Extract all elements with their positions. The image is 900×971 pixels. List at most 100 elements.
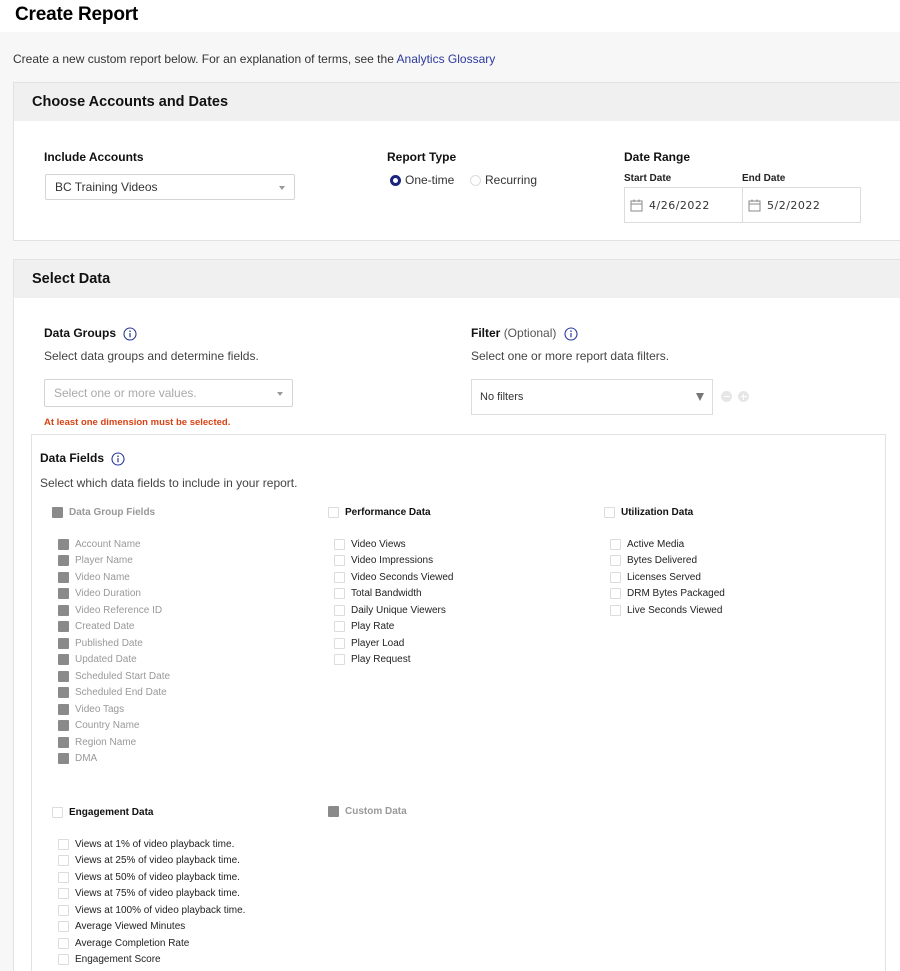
field-label: Player Name [75, 555, 133, 567]
checkbox-icon [58, 637, 69, 649]
report-type-recurring-radio[interactable]: Recurring [470, 173, 537, 187]
field-label: Views at 100% of video playback time. [75, 904, 246, 916]
checkbox-icon [610, 555, 621, 567]
field-checkbox-views-at-50-of-video-playback-time[interactable]: Views at 50% of video playback time. [58, 869, 245, 886]
checkbox-icon [58, 937, 69, 949]
checkbox-icon [58, 538, 69, 550]
plus-icon-v [742, 393, 745, 400]
info-icon[interactable] [123, 327, 137, 341]
analytics-glossary-link[interactable]: Analytics Glossary [397, 52, 496, 66]
field-label: Account Name [75, 538, 141, 550]
field-label: Video Name [75, 571, 130, 583]
field-checkbox-average-viewed-minutes[interactable]: Average Viewed Minutes [58, 919, 245, 936]
field-checkbox-active-media[interactable]: Active Media [610, 536, 725, 553]
field-checkbox-play-rate[interactable]: Play Rate [334, 619, 454, 636]
checkbox-icon [58, 588, 69, 600]
field-checkbox-average-completion-rate[interactable]: Average Completion Rate [58, 935, 245, 952]
checkbox-icon [58, 703, 69, 715]
field-label: Views at 50% of video playback time. [75, 871, 240, 883]
checkbox-icon [334, 637, 345, 649]
utilization-data-list: Active Media Bytes Delivered Licenses Serv… [610, 536, 725, 619]
field-checkbox-views-at-100-of-video-playback-time[interactable]: Views at 100% of video playback time. [58, 902, 245, 919]
section-title: Select Data [14, 260, 900, 298]
field-checkbox-player-name: Player Name [58, 553, 170, 570]
field-label: Video Impressions [351, 555, 434, 567]
end-date-input[interactable]: 5/2/2022 [742, 187, 861, 223]
field-label: Average Viewed Minutes [75, 921, 186, 933]
field-label: DRM Bytes Packaged [627, 588, 725, 600]
checkbox-icon [610, 588, 621, 600]
data-fields-label: Data Fields [40, 451, 125, 466]
checkbox-icon [58, 654, 69, 666]
checkbox-icon [58, 904, 69, 916]
group-engagement-data-checkbox[interactable]: Engagement Data [52, 807, 153, 818]
field-checkbox-video-name: Video Name [58, 569, 170, 586]
field-checkbox-licenses-served[interactable]: Licenses Served [610, 569, 725, 586]
include-accounts-value: BC Training Videos [55, 180, 158, 194]
field-checkbox-bytes-delivered[interactable]: Bytes Delivered [610, 553, 725, 570]
field-label: Total Bandwidth [351, 588, 422, 600]
data-fields-help: Select which data fields to include in y… [40, 476, 298, 490]
field-label: DMA [75, 753, 98, 765]
field-checkbox-video-views[interactable]: Video Views [334, 536, 454, 553]
field-checkbox-daily-unique-viewers[interactable]: Daily Unique Viewers [334, 602, 454, 619]
field-checkbox-engagement-score[interactable]: Engagement Score [58, 952, 245, 969]
checkbox-icon [334, 538, 345, 550]
data-groups-select[interactable]: Select one or more values. [44, 379, 293, 407]
field-checkbox-video-impressions[interactable]: Video Impressions [334, 553, 454, 570]
checkbox-icon [328, 806, 339, 817]
info-icon[interactable] [564, 327, 578, 341]
info-icon[interactable] [111, 452, 125, 466]
field-checkbox-video-seconds-viewed[interactable]: Video Seconds Viewed [334, 569, 454, 586]
field-checkbox-play-request[interactable]: Play Request [334, 652, 454, 669]
checkbox-icon [52, 807, 63, 818]
date-range-label: Date Range [624, 150, 691, 164]
data-groups-label: Data Groups [44, 326, 137, 341]
checkbox-icon [610, 538, 621, 550]
accounts-dates-section: Choose Accounts and Dates Include Accoun… [13, 82, 900, 241]
data-group-fields-list: Account Name Player Name Video Name Video D… [58, 536, 170, 767]
field-label: Player Load [351, 637, 405, 649]
data-groups-error: At least one dimension must be selected. [44, 417, 231, 428]
performance-data-list: Video Views Video Impressions Video Second… [334, 536, 454, 668]
field-label: Scheduled Start Date [75, 670, 171, 682]
field-label: Active Media [627, 538, 685, 550]
checkbox-icon [52, 507, 63, 518]
chevron-down-icon [279, 186, 285, 190]
field-checkbox-drm-bytes-packaged[interactable]: DRM Bytes Packaged [610, 586, 725, 603]
end-date-label: End Date [742, 173, 786, 184]
remove-filter-button[interactable] [721, 391, 732, 402]
checkbox-icon [334, 621, 345, 633]
field-label: Country Name [75, 720, 140, 732]
report-type-one-time-radio[interactable]: One-time [390, 173, 454, 187]
group-label: Performance Data [345, 507, 431, 518]
field-checkbox-views-at-75-of-video-playback-time[interactable]: Views at 75% of video playback time. [58, 886, 245, 903]
field-checkbox-live-seconds-viewed[interactable]: Live Seconds Viewed [610, 602, 725, 619]
start-date-label: Start Date [624, 173, 672, 184]
start-date-input[interactable]: 4/26/2022 [624, 187, 743, 223]
group-performance-data-checkbox[interactable]: Performance Data [328, 507, 431, 518]
add-filter-button[interactable] [738, 391, 749, 402]
filter-optional: (Optional) [503, 326, 557, 340]
field-label: Bytes Delivered [627, 555, 698, 567]
field-label: Published Date [75, 637, 143, 649]
include-accounts-select[interactable]: BC Training Videos [45, 174, 295, 200]
field-checkbox-video-duration: Video Duration [58, 586, 170, 603]
chevron-down-icon [277, 392, 283, 396]
group-label: Data Group Fields [69, 507, 156, 518]
filter-select[interactable]: No filters [471, 379, 713, 415]
field-checkbox-total-bandwidth[interactable]: Total Bandwidth [334, 586, 454, 603]
field-checkbox-views-at-25-of-video-playback-time[interactable]: Views at 25% of video playback time. [58, 853, 245, 870]
field-checkbox-player-load[interactable]: Player Load [334, 635, 454, 652]
field-checkbox-region-name: Region Name [58, 734, 170, 751]
field-checkbox-views-at-1-of-video-playback-time[interactable]: Views at 1% of video playback time. [58, 836, 245, 853]
field-checkbox-account-name: Account Name [58, 536, 170, 553]
start-date-value: 4/26/2022 [649, 198, 710, 212]
field-checkbox-created-date: Created Date [58, 619, 170, 636]
checkbox-icon [334, 555, 345, 567]
group-custom-data-checkbox: Custom Data [328, 806, 407, 817]
field-checkbox-published-date: Published Date [58, 635, 170, 652]
group-data-group-fields-checkbox: Data Group Fields [52, 507, 155, 518]
group-utilization-data-checkbox[interactable]: Utilization Data [604, 507, 693, 518]
field-label: Engagement Score [75, 954, 161, 966]
